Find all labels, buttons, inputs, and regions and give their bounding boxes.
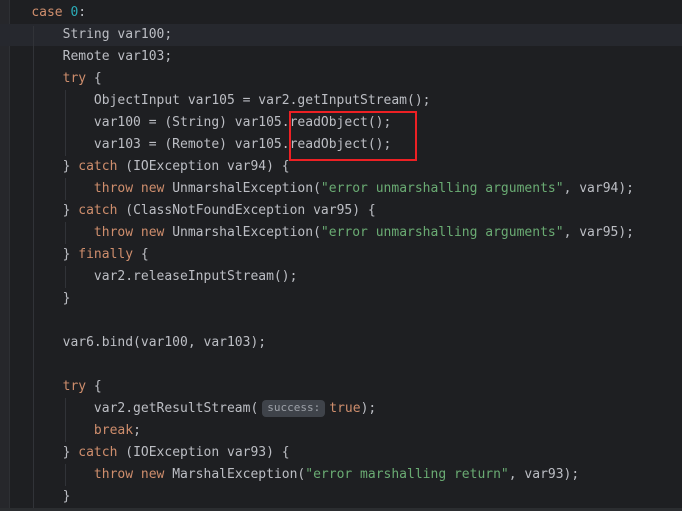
code-token-plain: } — [0, 291, 70, 306]
code-line[interactable]: Remote var103; — [0, 46, 682, 68]
code-token-plain — [0, 379, 63, 394]
code-token-string: "error marshalling return" — [305, 467, 509, 482]
code-token-plain: { — [86, 379, 102, 394]
code-line[interactable]: throw new UnmarshalException("error unma… — [0, 178, 682, 200]
code-token-plain: var100 = (String) var105.readObject(); — [0, 115, 391, 130]
code-token-plain — [133, 225, 141, 240]
code-token-plain: Remote var103; — [0, 49, 172, 64]
code-line[interactable]: try { — [0, 376, 682, 398]
code-token-keyword: finally — [78, 247, 133, 262]
code-line[interactable]: } catch (ClassNotFoundException var95) { — [0, 200, 682, 222]
code-token-keyword: throw — [94, 467, 133, 482]
code-token-plain: ObjectInput var105 = var2.getInputStream… — [0, 93, 430, 108]
code-line[interactable]: try { — [0, 68, 682, 90]
code-token-plain — [133, 181, 141, 196]
code-token-plain: UnmarshalException( — [164, 181, 321, 196]
code-token-keyword: catch — [78, 203, 117, 218]
code-token-plain: String var100; — [0, 27, 172, 42]
code-token-plain: } — [0, 203, 78, 218]
code-editor[interactable]: case 0: String var100; Remote var103; tr… — [0, 0, 682, 511]
code-token-plain: } — [0, 489, 70, 504]
code-token-plain: } — [0, 247, 78, 262]
code-line[interactable]: } — [0, 486, 682, 508]
code-token-plain: UnmarshalException( — [164, 225, 321, 240]
code-token-plain — [133, 467, 141, 482]
code-token-keyword: throw — [94, 181, 133, 196]
code-token-keyword: try — [63, 71, 86, 86]
code-token-plain: MarshalException( — [164, 467, 305, 482]
code-token-keyword: break — [94, 423, 133, 438]
code-token-plain: var103 = (Remote) var105.readObject(); — [0, 137, 391, 152]
code-token-keyword: new — [141, 181, 164, 196]
code-token-keyword: new — [141, 467, 164, 482]
code-token-plain: var2.getResultStream( — [0, 401, 258, 416]
code-line[interactable]: } catch (IOException var93) { — [0, 442, 682, 464]
code-token-plain: : — [78, 5, 86, 20]
code-token-plain — [0, 423, 94, 438]
parameter-name-inlay-hint[interactable]: success: — [262, 400, 325, 417]
code-line[interactable]: var103 = (Remote) var105.readObject(); — [0, 134, 682, 156]
code-token-plain — [0, 467, 94, 482]
code-line[interactable] — [0, 354, 682, 376]
code-token-keyword: case — [31, 5, 62, 20]
code-token-plain: ; — [133, 423, 141, 438]
code-token-plain: { — [133, 247, 149, 262]
code-token-keyword: new — [141, 225, 164, 240]
code-line[interactable]: } catch (IOException var94) { — [0, 156, 682, 178]
code-area[interactable]: case 0: String var100; Remote var103; tr… — [0, 2, 682, 508]
code-line[interactable]: } finally { — [0, 244, 682, 266]
code-line[interactable]: throw new MarshalException("error marsha… — [0, 464, 682, 486]
code-line[interactable] — [0, 310, 682, 332]
code-line[interactable]: var6.bind(var100, var103); — [0, 332, 682, 354]
code-token-keyword: catch — [78, 445, 117, 460]
code-token-plain: var6.bind(var100, var103); — [0, 335, 266, 350]
code-token-string: "error unmarshalling arguments" — [321, 225, 564, 240]
code-token-plain: , var93); — [509, 467, 579, 482]
code-token-plain — [0, 181, 94, 196]
code-token-plain: } — [0, 445, 78, 460]
code-line[interactable]: var2.getResultStream( success: true); — [0, 398, 682, 420]
code-token-plain: , var95); — [564, 225, 634, 240]
code-line[interactable]: var100 = (String) var105.readObject(); — [0, 112, 682, 134]
code-line[interactable]: var2.releaseInputStream(); — [0, 266, 682, 288]
code-token-string: "error unmarshalling arguments" — [321, 181, 564, 196]
code-token-plain: , var94); — [564, 181, 634, 196]
code-line[interactable]: break; — [0, 420, 682, 442]
code-token-plain: (IOException var94) { — [117, 159, 289, 174]
code-line[interactable]: String var100; — [0, 24, 682, 46]
code-line[interactable]: throw new UnmarshalException("error unma… — [0, 222, 682, 244]
code-line[interactable]: } — [0, 288, 682, 310]
code-token-keyword: throw — [94, 225, 133, 240]
code-line[interactable]: case 0: — [0, 2, 682, 24]
code-token-keyword: try — [63, 379, 86, 394]
code-token-plain: } — [0, 159, 78, 174]
code-token-plain — [0, 71, 63, 86]
code-token-plain: (IOException var93) { — [117, 445, 289, 460]
code-token-keyword: true — [329, 401, 360, 416]
code-token-keyword: catch — [78, 159, 117, 174]
code-token-plain: ); — [361, 401, 377, 416]
code-token-plain: (ClassNotFoundException var95) { — [117, 203, 375, 218]
code-line[interactable]: ObjectInput var105 = var2.getInputStream… — [0, 90, 682, 112]
code-token-plain — [0, 5, 31, 20]
code-token-plain: { — [86, 71, 102, 86]
code-token-plain: var2.releaseInputStream(); — [0, 269, 297, 284]
code-token-plain — [0, 225, 94, 240]
